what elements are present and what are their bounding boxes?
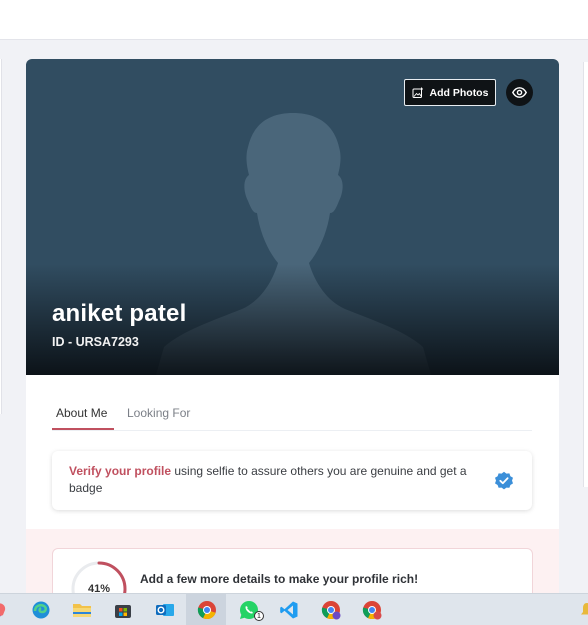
right-panel-edge (583, 62, 588, 487)
active-tab-indicator (52, 428, 114, 430)
profile-id: ID - URSA7293 (52, 335, 139, 349)
verify-message: Verify your profile using selfie to assu… (69, 463, 469, 497)
tab-looking-for[interactable]: Looking For (127, 406, 190, 420)
preview-button[interactable] (506, 79, 533, 106)
add-photos-label: Add Photos (429, 86, 489, 99)
profile-hero: Add Photos aniket patel ID - URSA7293 (26, 59, 559, 375)
profile-name: aniket patel (52, 300, 187, 327)
profile-completion-card[interactable]: 41% Add a few more details to make your … (52, 548, 533, 593)
outlook-icon[interactable] (152, 597, 178, 623)
verified-badge-icon (495, 471, 513, 490)
top-bar (0, 0, 588, 40)
chrome-profile-icon[interactable] (318, 597, 344, 623)
verify-profile-link[interactable]: Verify your profile (69, 464, 171, 478)
vscode-icon[interactable] (276, 597, 302, 623)
add-image-icon (412, 87, 423, 98)
profile-tabs: About Me Looking For (52, 401, 532, 431)
taskbar: 1 (0, 593, 588, 625)
add-photos-button[interactable]: Add Photos (404, 79, 496, 106)
store-icon[interactable] (110, 597, 136, 623)
left-panel-edge (0, 59, 2, 414)
copilot-icon[interactable] (0, 597, 12, 623)
completion-percent: 41% (87, 583, 111, 593)
profile-card: Add Photos aniket patel ID - URSA7293 Ab… (26, 59, 559, 593)
chrome-icon[interactable] (194, 597, 220, 623)
eye-icon (512, 87, 527, 98)
chrome-profile-2-icon[interactable] (359, 597, 385, 623)
verify-profile-card[interactable]: Verify your profile using selfie to assu… (52, 451, 532, 510)
whatsapp-notification-badge: 1 (254, 611, 264, 621)
tab-about-me[interactable]: About Me (56, 406, 107, 420)
edge-icon[interactable] (28, 597, 54, 623)
completion-message: Add a few more details to make your prof… (140, 572, 419, 586)
file-explorer-icon[interactable] (69, 597, 95, 623)
notification-bell-icon[interactable] (574, 597, 588, 623)
